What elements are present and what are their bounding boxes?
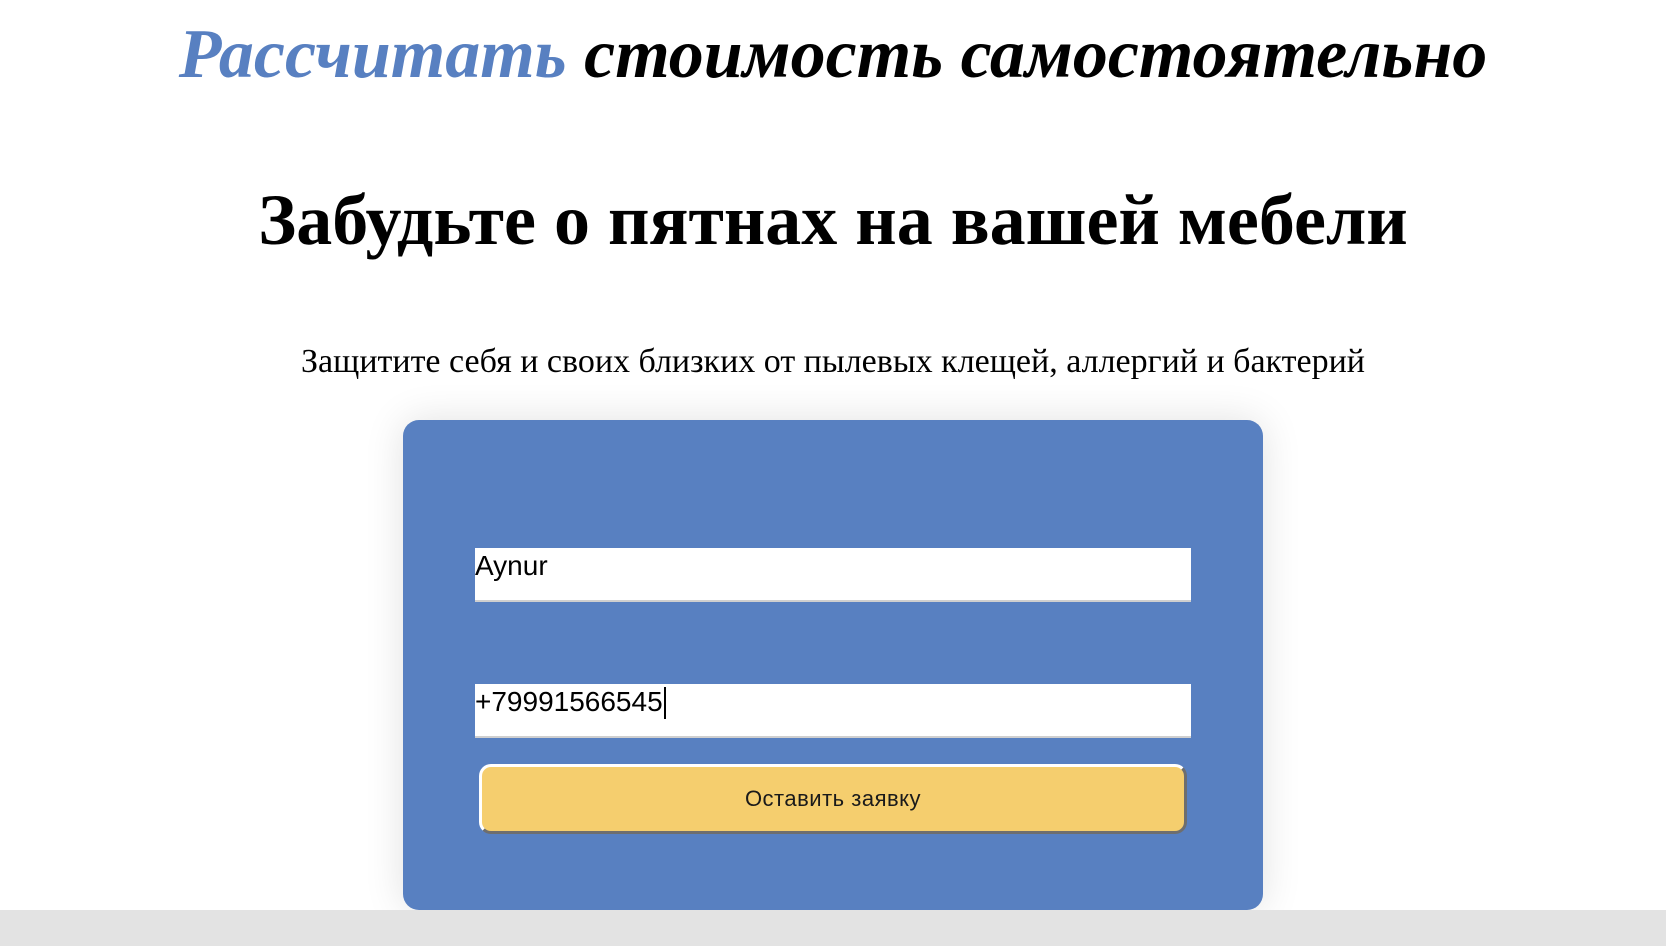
phone-field[interactable]: +79991566545 bbox=[475, 684, 1191, 738]
footer-strip bbox=[0, 910, 1666, 946]
text-caret bbox=[663, 687, 666, 719]
hero-title: Рассчитать стоимость самостоятельно bbox=[0, 12, 1666, 98]
hero-title-rest: стоимость самостоятельно bbox=[566, 16, 1488, 93]
name-field-value: Aynur bbox=[475, 550, 548, 581]
submit-request-button[interactable]: Оставить заявку bbox=[479, 764, 1187, 834]
landing-page: Рассчитать стоимость самостоятельно Забу… bbox=[0, 0, 1666, 946]
phone-field-value: +79991566545 bbox=[475, 686, 663, 717]
hero-title-accent: Рассчитать bbox=[178, 16, 567, 93]
subheadline: Защитите себя и своих близких от пылевых… bbox=[301, 343, 1365, 380]
headline: Забудьте о пятнах на вашей мебели bbox=[258, 180, 1408, 260]
request-form-card: Aynur +79991566545 Оставить заявку bbox=[403, 420, 1263, 910]
name-field[interactable]: Aynur bbox=[475, 548, 1191, 602]
